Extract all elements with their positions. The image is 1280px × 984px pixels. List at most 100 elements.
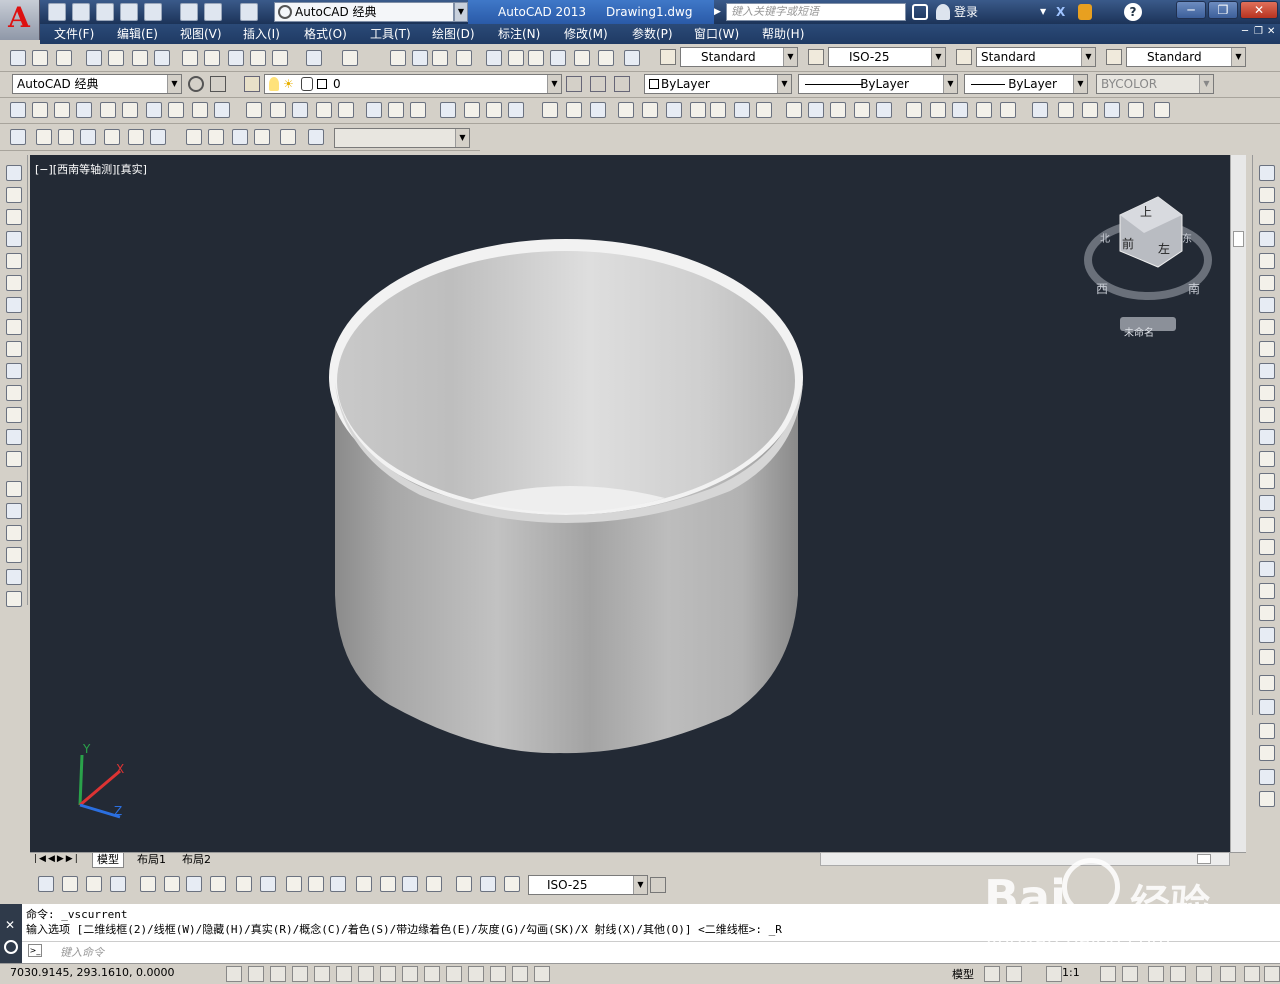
layer-select[interactable]: ☀ 0 ▼ (264, 74, 562, 94)
ellipse-arc-icon[interactable] (6, 385, 22, 401)
hatch-icon[interactable] (6, 481, 22, 497)
scroll-thumb[interactable] (1233, 231, 1244, 247)
blend-icon[interactable] (1259, 517, 1275, 533)
box-icon[interactable] (10, 102, 26, 118)
command-window-handle[interactable]: ✕ (0, 904, 22, 964)
named-views-icon[interactable] (10, 129, 26, 145)
chevron-down-icon[interactable]: ▼ (931, 48, 945, 66)
otrack-icon[interactable] (380, 966, 396, 982)
selection-cycling-icon[interactable] (512, 966, 528, 982)
dim-style-manager-icon[interactable] (650, 877, 666, 893)
undo-icon[interactable] (204, 3, 222, 21)
material-icon[interactable] (690, 102, 706, 118)
dim-edit-icon[interactable] (456, 876, 472, 892)
menu-file[interactable]: 文件(F) (54, 26, 94, 42)
tab-model[interactable]: 模型 (92, 853, 124, 868)
workspace-selector[interactable]: AutoCAD 经典 (274, 2, 454, 22)
light-icon[interactable] (666, 102, 682, 118)
se-iso-icon[interactable] (208, 129, 224, 145)
ordinate-dim-icon[interactable] (110, 876, 126, 892)
infer-constraints-icon[interactable] (534, 966, 550, 982)
render-sphere-icon[interactable] (1154, 102, 1170, 118)
minimize-button[interactable]: ─ (1176, 1, 1206, 19)
line-icon[interactable] (6, 165, 22, 181)
block-editor-icon[interactable] (272, 50, 288, 66)
radius-dim-icon[interactable] (140, 876, 156, 892)
uncrease-icon[interactable] (876, 102, 892, 118)
chevron-down-icon[interactable]: ▼ (943, 75, 957, 93)
binoculars-icon[interactable] (912, 4, 928, 20)
render-icon[interactable] (642, 102, 658, 118)
stretch-icon[interactable] (1259, 341, 1275, 357)
model-space-button[interactable]: 模型 (952, 966, 974, 982)
cone-icon[interactable] (54, 102, 70, 118)
collapse-icon[interactable] (1000, 102, 1016, 118)
linetype-select[interactable]: ByLayer ▼ (798, 74, 958, 94)
ne-iso-icon[interactable] (232, 129, 248, 145)
ortho-icon[interactable] (292, 966, 308, 982)
copy-object-icon[interactable] (1259, 187, 1275, 203)
table-style-icon[interactable] (956, 49, 972, 65)
drawing-viewport[interactable] (30, 155, 1230, 852)
lightbulb-icon[interactable] (269, 77, 279, 91)
quickcalc-icon[interactable] (598, 50, 614, 66)
realistic-icon[interactable] (1104, 102, 1120, 118)
tab-layout1[interactable]: 布局1 (133, 853, 170, 868)
ducs-icon[interactable] (402, 966, 418, 982)
chevron-right-icon[interactable]: ▶ (714, 2, 724, 22)
wrench-icon[interactable] (4, 940, 18, 954)
save-icon[interactable] (56, 50, 72, 66)
polysolid-icon[interactable] (168, 102, 184, 118)
polar-icon[interactable] (314, 966, 330, 982)
break-icon[interactable] (1259, 429, 1275, 445)
command-prompt-icon[interactable]: >_ (28, 944, 42, 957)
dim-update-icon[interactable] (504, 876, 520, 892)
close-hole-icon[interactable] (976, 102, 992, 118)
table-icon[interactable] (6, 547, 22, 563)
make-current-layer-icon[interactable] (566, 76, 582, 92)
offset-icon[interactable] (1259, 231, 1275, 247)
conceptual-icon[interactable] (1128, 102, 1144, 118)
extrude-face-icon[interactable] (930, 102, 946, 118)
doc-minimize-button[interactable]: ─ (1242, 26, 1248, 37)
3d-align-icon[interactable] (440, 102, 456, 118)
chevron-down-icon[interactable]: ▼ (547, 75, 561, 93)
view-manager-icon[interactable] (308, 129, 324, 145)
make-block-icon[interactable] (6, 429, 22, 445)
lineweight-select[interactable]: ByLayer ▼ (964, 74, 1088, 94)
quick-view-drawings-icon[interactable] (1006, 966, 1022, 982)
presspull-icon[interactable] (292, 102, 308, 118)
workspace-settings-icon[interactable] (210, 76, 226, 92)
spin-icon[interactable] (1032, 102, 1048, 118)
menu-help[interactable]: 帮助(H) (762, 26, 804, 42)
chevron-down-icon[interactable]: ▼ (1081, 48, 1095, 66)
maximize-button[interactable]: ❐ (1208, 1, 1238, 19)
camera-icon[interactable] (710, 102, 726, 118)
mleader-style-select[interactable]: Standard ▼ (1126, 47, 1246, 67)
publish-icon[interactable] (144, 3, 162, 21)
trim-icon[interactable] (1259, 363, 1275, 379)
quick-view-layouts-icon[interactable] (984, 966, 1000, 982)
gear-icon[interactable] (188, 76, 204, 92)
menu-dimension[interactable]: 标注(N) (498, 26, 540, 42)
3d-rotate-icon[interactable] (410, 102, 426, 118)
add-selected-icon[interactable] (6, 591, 22, 607)
sun-icon[interactable]: ☀ (283, 77, 297, 91)
menu-insert[interactable]: 插入(I) (243, 26, 280, 42)
paste-icon[interactable] (228, 50, 244, 66)
dyn-icon[interactable] (424, 966, 440, 982)
new-file-icon[interactable] (48, 3, 66, 21)
new-icon[interactable] (10, 50, 26, 66)
wedge-icon[interactable] (122, 102, 138, 118)
zoom-previous-icon[interactable] (456, 50, 472, 66)
extrude-icon[interactable] (192, 102, 208, 118)
vertical-scrollbar[interactable] (1230, 155, 1246, 852)
fly-icon[interactable] (756, 102, 772, 118)
mirror-icon[interactable] (1259, 209, 1275, 225)
wipeout-icon[interactable] (1259, 745, 1275, 761)
group-icon[interactable] (1259, 791, 1275, 807)
3d-move-icon[interactable] (388, 102, 404, 118)
workspace-switch-icon[interactable] (1122, 966, 1138, 982)
intersect-icon[interactable] (366, 102, 382, 118)
tab-layout2[interactable]: 布局2 (178, 853, 215, 868)
